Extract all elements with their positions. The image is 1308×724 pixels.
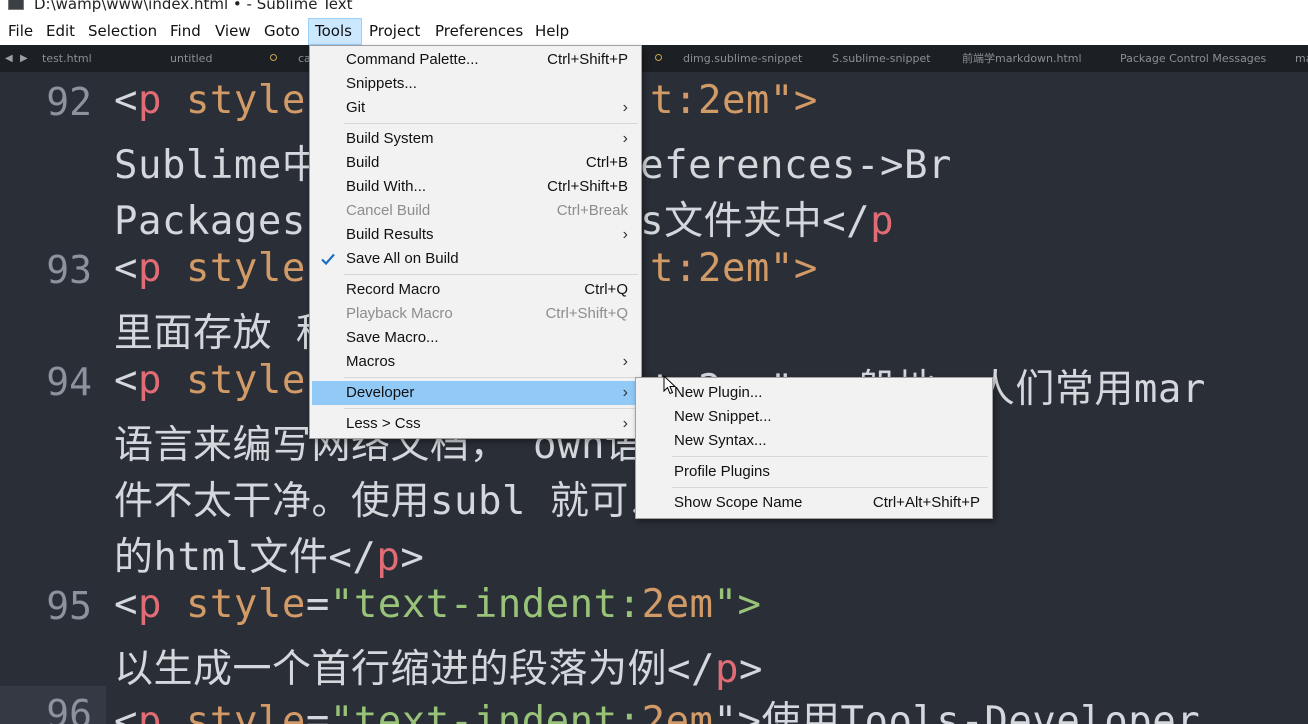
- menu-item-playback-macro: Playback Macro Ctrl+Shift+Q: [346, 305, 628, 322]
- line-number: 92: [46, 80, 92, 124]
- tab-package-control[interactable]: Package Control Messages: [1120, 45, 1266, 72]
- menu-item-command-palette[interactable]: Command Palette... Ctrl+Shift+P: [312, 48, 638, 72]
- menu-separator: [672, 456, 988, 457]
- menu-goto[interactable]: Goto: [258, 18, 306, 45]
- tab-markdown-html[interactable]: 前端学markdown.html: [962, 45, 1082, 72]
- tools-dropdown-menu: Command Palette... Ctrl+Shift+P Snippets.…: [309, 45, 642, 439]
- menu-item-build[interactable]: Build Ctrl+B: [312, 151, 638, 175]
- line-number: 93: [46, 248, 92, 292]
- submenu-arrow-icon: ›: [622, 99, 628, 116]
- menu-find[interactable]: Find: [164, 18, 207, 45]
- menu-help[interactable]: Help: [529, 18, 575, 45]
- tab-bar: ◀ ▶ test.html untitled ca dimg.sublime-s…: [0, 45, 1308, 72]
- menu-item-macros[interactable]: Macros ›: [312, 350, 638, 374]
- code-line: <p style: [114, 78, 306, 123]
- menu-separator: [344, 274, 638, 275]
- tab-ma[interactable]: ma: [1295, 45, 1308, 72]
- line-number: 95: [46, 584, 92, 628]
- menu-item-profile-plugins[interactable]: Profile Plugins: [638, 460, 990, 484]
- code-line-fragment: t:2em">: [650, 246, 818, 291]
- submenu-arrow-icon: ›: [622, 384, 628, 401]
- line-number: 96: [46, 692, 92, 724]
- checkmark-icon: [321, 253, 335, 266]
- menu-tools[interactable]: Tools: [308, 18, 362, 45]
- menu-edit[interactable]: Edit: [40, 18, 81, 45]
- developer-submenu: New Plugin... New Snippet... New Syntax.…: [635, 377, 993, 519]
- code-line: 的html文件</p>: [114, 535, 425, 580]
- menu-item-build-results[interactable]: Build Results ›: [312, 223, 638, 247]
- menu-item-build-system[interactable]: Build System ›: [312, 127, 638, 151]
- submenu-arrow-icon: ›: [622, 226, 628, 243]
- tab-dimg-snippet[interactable]: dimg.sublime-snippet: [683, 45, 802, 72]
- menu-item-new-snippet[interactable]: New Snippet...: [638, 405, 990, 429]
- menu-item-snippets[interactable]: Snippets...: [312, 72, 638, 96]
- menu-file[interactable]: File: [2, 18, 39, 45]
- window-title: D:\wamp\www\index.html • - Sublime Text: [34, 0, 353, 13]
- menu-bar: File Edit Selection Find View Goto Tools…: [0, 18, 1308, 45]
- tab-scroll-right-icon[interactable]: ▶: [20, 45, 28, 72]
- submenu-arrow-icon: ›: [622, 415, 628, 432]
- menu-item-new-plugin[interactable]: New Plugin...: [638, 381, 990, 405]
- mouse-cursor-icon: [663, 375, 677, 395]
- tab-untitled[interactable]: untitled: [170, 45, 212, 72]
- code-line-fragment: t:2em">: [650, 78, 818, 123]
- menu-item-new-syntax[interactable]: New Syntax...: [638, 429, 990, 453]
- line-number: 94: [46, 360, 92, 404]
- menu-item-show-scope-name[interactable]: Show Scope Name Ctrl+Alt+Shift+P: [638, 491, 990, 515]
- tab-scroll-left-icon[interactable]: ◀: [5, 45, 13, 72]
- code-line: <p style: [114, 358, 306, 403]
- menu-item-build-with[interactable]: Build With... Ctrl+Shift+B: [312, 175, 638, 199]
- menu-item-less-css[interactable]: Less > Css ›: [312, 412, 638, 436]
- menu-separator: [344, 377, 638, 378]
- menu-item-save-all-on-build[interactable]: Save All on Build: [312, 247, 638, 271]
- sublime-app-icon: [8, 0, 24, 10]
- code-line: <p style: [114, 246, 306, 291]
- menu-item-developer[interactable]: Developer ›: [312, 381, 638, 405]
- menu-separator: [344, 123, 638, 124]
- code-line: <p style="text-indent:2em">使用Tools-Devel…: [114, 699, 1201, 724]
- tab-s-snippet[interactable]: S.sublime-snippet: [832, 45, 931, 72]
- menu-item-save-macro[interactable]: Save Macro...: [312, 326, 638, 350]
- menu-item-cancel-build: Cancel Build Ctrl+Break: [346, 202, 628, 219]
- code-line: 以生成一个首行缩进的段落为例</p>: [114, 647, 763, 692]
- submenu-arrow-icon: ›: [622, 130, 628, 147]
- menu-separator: [344, 408, 638, 409]
- submenu-arrow-icon: ›: [622, 353, 628, 370]
- menu-separator: [672, 487, 988, 488]
- menu-item-record-macro[interactable]: Record Macro Ctrl+Q: [312, 278, 638, 302]
- unsaved-dot-icon: [655, 54, 662, 61]
- menu-selection[interactable]: Selection: [82, 18, 163, 45]
- menu-view[interactable]: View: [209, 18, 257, 45]
- tab-test-html[interactable]: test.html: [42, 45, 92, 72]
- menu-project[interactable]: Project: [363, 18, 426, 45]
- title-bar: D:\wamp\www\index.html • - Sublime Text: [0, 0, 1308, 18]
- code-line: <p style="text-indent:2em">: [114, 582, 762, 627]
- unsaved-dot-icon: [270, 54, 277, 61]
- menu-preferences[interactable]: Preferences: [429, 18, 529, 45]
- menu-item-git[interactable]: Git ›: [312, 96, 638, 120]
